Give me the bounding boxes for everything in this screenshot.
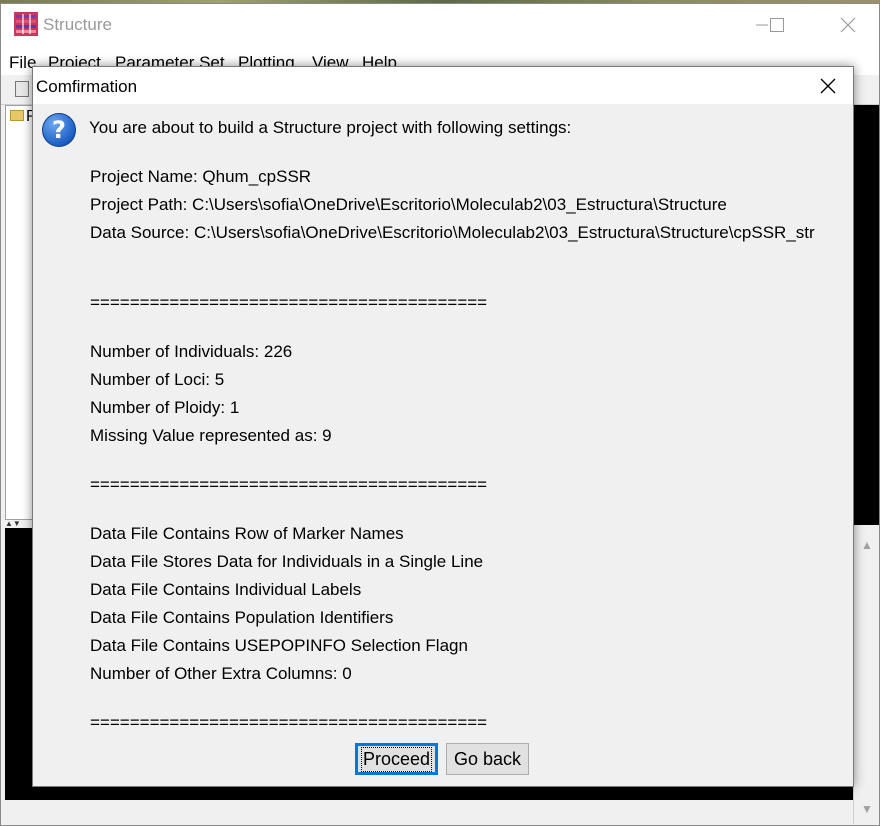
dialog-title: Comfirmation [36,77,138,96]
toolbar-button[interactable] [15,81,29,97]
results-pane [853,105,879,525]
split-handle[interactable]: ▲▼ [5,520,35,528]
individual-labels-text: Data File Contains Individual Labels [90,580,362,599]
data-source-text: Data Source: C:\Users\sofia\OneDrive\Esc… [90,223,815,242]
num-loci-text: Number of Loci: 5 [90,370,225,389]
num-individuals-text: Number of Individuals: 226 [90,342,293,361]
population-identifiers-text: Data File Contains Population Identifier… [90,608,394,627]
structure-app-icon [14,12,38,36]
main-window-title: Structure [43,15,112,34]
usepopinfo-flag-text: Data File Contains USEPOPINFO Selection … [90,636,468,655]
folder-icon [10,110,24,121]
close-icon [820,78,836,93]
go-back-button[interactable]: Go back [446,743,529,775]
dialog-close-button[interactable] [805,67,851,104]
separator-3: ======================================== [90,713,488,732]
separator-1: ======================================== [90,293,488,312]
project-tree-pane[interactable]: P [5,105,37,520]
maximize-button[interactable] [754,4,800,45]
maximize-icon [770,17,784,32]
dialog-titlebar: Comfirmation [33,67,853,104]
intro-text: You are about to build a Structure proje… [89,118,572,137]
extra-columns-text: Number of Other Extra Columns: 0 [90,664,352,683]
go-back-button-label: Go back [453,748,522,769]
proceed-button-label: Proceed [360,746,433,772]
main-close-button[interactable] [825,4,871,45]
close-icon [840,17,856,32]
main-titlebar: Structure [1,4,879,45]
proceed-button[interactable]: Proceed [355,743,438,775]
console-scrollbar[interactable]: ▲ ▼ [853,528,879,824]
num-ploidy-text: Number of Ploidy: 1 [90,398,240,417]
project-path-text: Project Path: C:\Users\sofia\OneDrive\Es… [90,195,727,214]
separator-2: ======================================== [90,475,488,494]
missing-value-text: Missing Value represented as: 9 [90,426,332,445]
question-icon: ? [42,113,76,147]
scroll-down-icon[interactable]: ▼ [861,802,873,816]
scroll-up-icon[interactable]: ▲ [861,538,873,552]
project-name-text: Project Name: Qhum_cpSSR [90,167,312,186]
confirmation-dialog: Comfirmation ? You are about to build a … [32,66,854,787]
row-marker-names-text: Data File Contains Row of Marker Names [90,524,404,543]
single-line-text: Data File Stores Data for Individuals in… [90,552,484,571]
